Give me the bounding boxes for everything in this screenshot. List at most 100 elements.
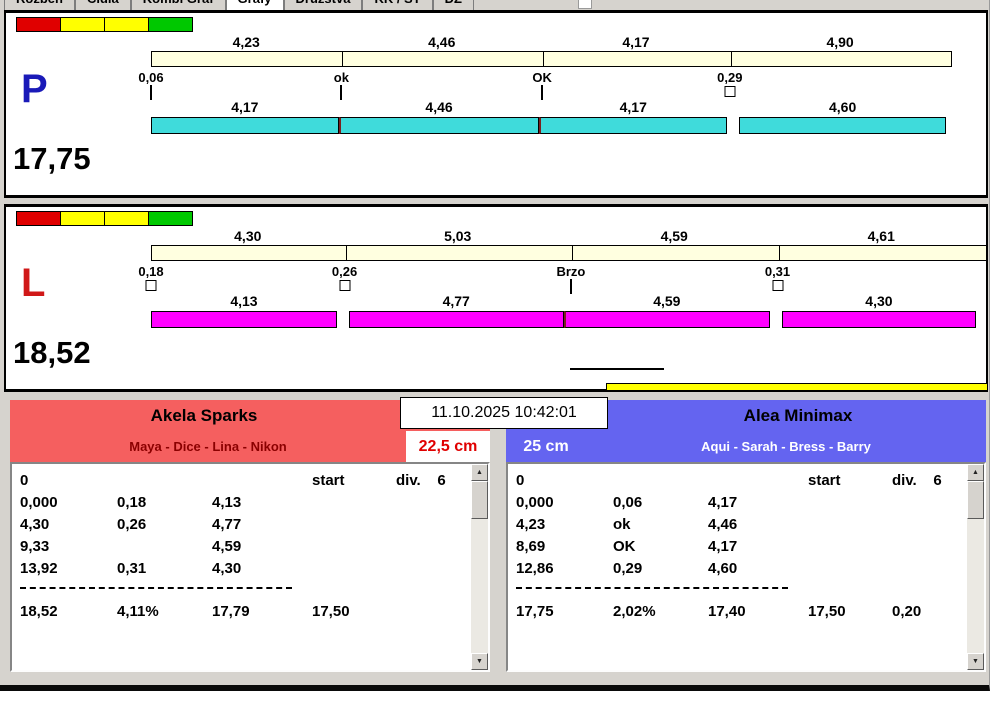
result-cell: 17,79 xyxy=(212,603,250,620)
split-time-label: 4,17 xyxy=(622,34,650,50)
tab-kombi-graf[interactable]: Kombi Graf xyxy=(130,0,226,10)
flag-color-box xyxy=(60,211,105,226)
result-cell xyxy=(117,536,212,558)
interval-bar xyxy=(151,51,953,67)
result-cell: 0,06 xyxy=(613,494,643,511)
result-cell: 17,75 xyxy=(516,603,554,620)
result-cell xyxy=(396,536,471,558)
dog-bar-segment xyxy=(782,311,976,328)
divider-line xyxy=(570,368,664,372)
result-cell xyxy=(117,470,212,492)
result-row: 9,33 4,59 xyxy=(20,536,471,558)
dashed-line xyxy=(516,587,788,589)
tab-rozb-h[interactable]: Rozběh xyxy=(4,0,75,10)
result-cell: 4,59 xyxy=(212,538,242,555)
lane-letter: L xyxy=(21,261,46,305)
result-cell: 0,000 xyxy=(516,494,554,511)
split-time-label: 4,23 xyxy=(232,34,260,50)
dog-time-label: 4,46 xyxy=(425,99,453,115)
tab-dru-stva[interactable]: Družstva xyxy=(283,0,363,10)
lane-graph: 4,23 4,46 4,17 4,90 0,06 ok OK 0,29 4,17 4,46 4,17… xyxy=(6,13,986,195)
scroll-down-button[interactable]: ▼ xyxy=(471,653,488,670)
lane-total-time: 18,52 xyxy=(13,335,91,370)
scroll-up-button[interactable]: ▲ xyxy=(967,464,984,481)
dog-bar-segment xyxy=(151,311,337,328)
result-row: 0,000 0,06 4,17 xyxy=(516,492,967,514)
result-cell: 18,52 xyxy=(20,603,58,620)
results-table-body: 0 start div. 6 0,000 0,18 4,13 4,30 0,26 4,77 9,3… xyxy=(12,464,471,670)
dog-bar-segment xyxy=(539,117,728,134)
separator-row xyxy=(516,587,967,601)
interval-bar-segment xyxy=(571,246,779,260)
team-panel-right: Alea Minimax Aqui - Sarah - Bress - Barr… xyxy=(506,400,986,672)
lane-panel-right: 4,23 4,46 4,17 4,90 0,06 ok OK 0,29 4,17 4,46 4,17… xyxy=(4,10,988,198)
fault-checkbox[interactable] xyxy=(772,280,783,291)
interval-bar xyxy=(151,245,987,261)
result-cell: 4,13 xyxy=(212,494,242,511)
result-cell xyxy=(312,492,396,514)
result-cell xyxy=(808,536,892,558)
result-cell: 8,69 xyxy=(516,538,546,555)
separator-row xyxy=(20,587,471,601)
scrollbar-thumb[interactable] xyxy=(967,481,984,519)
tab-grafy[interactable]: Grafy xyxy=(225,0,284,10)
jump-height-badge: 22,5 cm xyxy=(406,431,490,462)
result-row: 0 start div. 6 xyxy=(20,470,471,492)
result-cell xyxy=(312,558,396,580)
scrollbar-thumb[interactable] xyxy=(471,481,488,519)
dog-time-label: 4,59 xyxy=(653,293,681,309)
result-cell: 0,31 xyxy=(117,560,147,577)
result-cell: 0,18 xyxy=(117,494,147,511)
table-scrollbar[interactable]: ▲ ▼ xyxy=(967,464,984,670)
result-cell: 13,92 xyxy=(20,560,58,577)
flag-color-box xyxy=(104,17,149,32)
tick-mark xyxy=(569,279,572,294)
fault-checkbox[interactable] xyxy=(724,86,736,97)
team-subheader: Maya - Dice - Lina - Nikon 22,5 cm xyxy=(10,431,490,462)
result-cell xyxy=(892,536,967,558)
team-panel-left: Akela Sparks Maya - Dice - Lina - Nikon … xyxy=(10,400,490,672)
results-table-body: 0 start div. 6 0,000 0,06 4,17 4,23 ok 4,46 8,69 O… xyxy=(508,464,967,670)
tab--idla[interactable]: Čidla xyxy=(74,0,131,10)
tab-kk-st[interactable]: KK / ST xyxy=(362,0,433,10)
flag-color-box xyxy=(16,211,61,226)
result-cell xyxy=(312,514,396,536)
results-table: 0 start div. 6 0,000 0,18 4,13 4,30 0,26 4,77 9,3… xyxy=(10,462,490,672)
top-strip-control[interactable] xyxy=(578,0,592,9)
interval-bar-segment xyxy=(543,52,731,66)
result-cell: start xyxy=(808,472,841,489)
result-cell: ok xyxy=(613,516,631,533)
interval-bar-segment xyxy=(778,246,986,260)
result-cell: 4,17 xyxy=(708,494,738,511)
tab-bar: RozběhČidlaKombi GrafGrafyDružstvaKK / S… xyxy=(4,0,475,10)
fault-checkbox[interactable] xyxy=(339,280,351,291)
interval-bar-segment xyxy=(152,52,342,66)
dog-bar-segment xyxy=(348,311,564,328)
lane-total-time: 17,75 xyxy=(13,141,91,176)
scroll-down-button[interactable]: ▼ xyxy=(967,653,984,670)
dog-time-label: 4,30 xyxy=(865,293,893,309)
result-cell xyxy=(396,601,471,623)
result-cell xyxy=(808,558,892,580)
dog-time-label: 4,17 xyxy=(231,99,259,115)
fault-checkbox[interactable] xyxy=(145,280,157,291)
tab-dz[interactable]: DZ xyxy=(432,0,475,10)
dog-bar-segment xyxy=(338,117,540,134)
table-scrollbar[interactable]: ▲ ▼ xyxy=(471,464,488,670)
result-cell xyxy=(396,558,471,580)
flag-strip xyxy=(16,17,193,32)
result-cell: div. 6 xyxy=(396,472,446,489)
result-cell: 4,17 xyxy=(708,538,738,555)
jump-height-badge: 25 cm xyxy=(506,431,586,462)
dashed-line xyxy=(20,587,292,589)
split-time-label: 4,61 xyxy=(867,228,895,244)
interval-bar-segment xyxy=(345,246,572,260)
dog-time-label: 4,17 xyxy=(619,99,647,115)
yellow-indicator-bar xyxy=(606,383,988,391)
result-row: 4,23 ok 4,46 xyxy=(516,514,967,536)
result-cell xyxy=(708,470,808,492)
result-row: 4,30 0,26 4,77 xyxy=(20,514,471,536)
scroll-up-button[interactable]: ▲ xyxy=(471,464,488,481)
result-row: 8,69 OK 4,17 xyxy=(516,536,967,558)
interval-bar-segment xyxy=(152,246,346,260)
